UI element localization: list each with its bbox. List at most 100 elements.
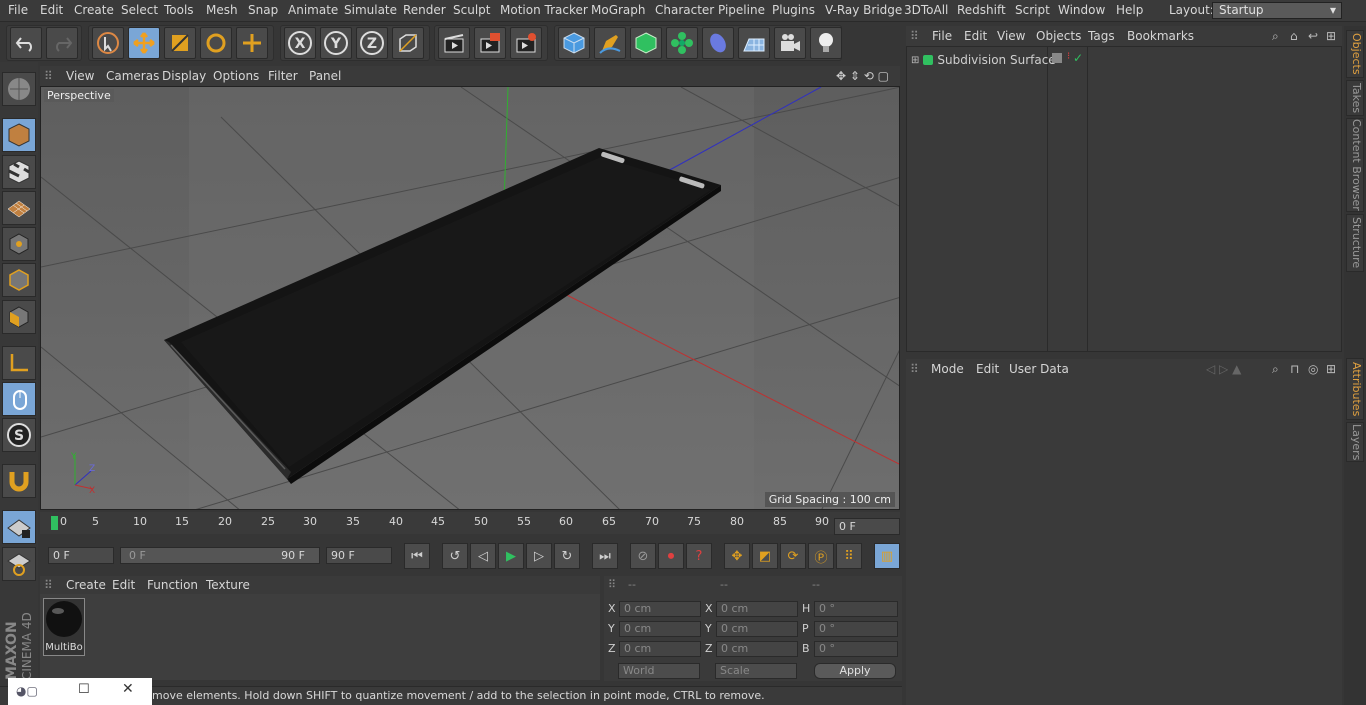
attributes-menu-edit[interactable]: Edit	[976, 362, 999, 376]
rotation-h-field[interactable]: 0 °	[814, 601, 898, 617]
viewport-nav-icons[interactable]: ✥ ⇕ ⟲ ▢	[836, 69, 889, 83]
menu-redshift[interactable]: Redshift	[957, 3, 1006, 17]
size-x-field[interactable]: 0 cm	[716, 601, 798, 617]
menu-simulate[interactable]: Simulate	[344, 3, 397, 17]
viewport-menu-options[interactable]: Options	[213, 69, 259, 83]
key-rotation-button[interactable]: ⟳	[780, 543, 806, 569]
tree-row[interactable]: ⊞ Subdivision Surface	[911, 53, 1056, 67]
timeline-ruler[interactable]: 0 5 10 15 20 25 30 35 40 45 50 55 60 65 …	[40, 512, 900, 535]
autokey-button[interactable]: ⏺	[658, 543, 684, 569]
coord-mode-select[interactable]: Scale	[715, 663, 797, 679]
size-y-field[interactable]: 0 cm	[716, 621, 798, 637]
menu-sculpt[interactable]: Sculpt	[453, 3, 490, 17]
enabled-check-icon[interactable]: ✓	[1073, 51, 1083, 65]
position-z-field[interactable]: 0 cm	[619, 641, 701, 657]
layer-dots-icon[interactable]: ⁝	[1067, 51, 1070, 62]
new-window-icon[interactable]: ⊞	[1326, 29, 1336, 43]
search-icon[interactable]: ⌕	[1272, 29, 1279, 44]
render-picture-viewer-button[interactable]	[474, 27, 506, 59]
tab-structure[interactable]: Structure	[1346, 214, 1364, 272]
expand-icon[interactable]: ⊞	[911, 55, 919, 66]
objects-menu-view[interactable]: View	[997, 29, 1025, 43]
menu-tools[interactable]: Tools	[164, 3, 194, 17]
objects-menu-objects[interactable]: Objects	[1036, 29, 1081, 43]
light-button[interactable]	[810, 27, 842, 59]
menu-file[interactable]: File	[8, 3, 28, 17]
home-icon[interactable]: ⌂	[1290, 29, 1298, 43]
current-frame-field[interactable]: 0 F	[834, 518, 900, 535]
goto-start-button[interactable]: ⏮	[404, 543, 430, 569]
locked-workplane-button[interactable]	[2, 547, 36, 581]
material-swatch[interactable]: MultiBo	[43, 598, 85, 656]
menu-edit[interactable]: Edit	[40, 3, 63, 17]
object-name[interactable]: Subdivision Surface	[937, 53, 1055, 67]
menu-mesh[interactable]: Mesh	[206, 3, 238, 17]
new-window-icon[interactable]: ⊞	[1326, 362, 1336, 376]
search-icon[interactable]: ⌕	[1272, 362, 1279, 377]
rotation-p-field[interactable]: 0 °	[814, 621, 898, 637]
recent-tool-button[interactable]	[236, 27, 268, 59]
timeline-button[interactable]: ▥	[874, 543, 900, 569]
nav-arrows-icon[interactable]: ◁ ▷ ▲	[1206, 362, 1241, 376]
key-parameter-button[interactable]: Ⓟ	[808, 543, 834, 569]
z-axis-button[interactable]: Z	[356, 27, 388, 59]
viewport-3d[interactable]: Y Z X Perspective Grid Spacing : 100 cm	[40, 86, 900, 510]
cloner-button[interactable]	[666, 27, 698, 59]
play-button[interactable]: ▶	[498, 543, 524, 569]
menu-help[interactable]: Help	[1116, 3, 1143, 17]
render-view-button[interactable]	[438, 27, 470, 59]
workplane-mode-button[interactable]	[2, 191, 36, 225]
menu-window[interactable]: Window	[1058, 3, 1105, 17]
objects-menu-edit[interactable]: Edit	[964, 29, 987, 43]
prev-key-button[interactable]: ↺	[442, 543, 468, 569]
position-x-field[interactable]: 0 cm	[619, 601, 701, 617]
snap-settings-button[interactable]: S	[2, 418, 36, 452]
material-menu-texture[interactable]: Texture	[206, 578, 250, 592]
menu-select[interactable]: Select	[121, 3, 158, 17]
menu-render[interactable]: Render	[403, 3, 446, 17]
attributes-menu-user-data[interactable]: User Data	[1009, 362, 1069, 376]
start-frame-field[interactable]: 0 F	[48, 547, 114, 564]
tweak-mode-button[interactable]	[2, 382, 36, 416]
camera-button[interactable]	[774, 27, 806, 59]
viewport-menu-cameras[interactable]: Cameras	[106, 69, 159, 83]
coord-space-select[interactable]: World	[618, 663, 700, 679]
polygons-mode-button[interactable]	[2, 300, 36, 334]
material-menu-function[interactable]: Function	[147, 578, 198, 592]
rotate-tool-button[interactable]	[200, 27, 232, 59]
layout-select[interactable]: Startup ▾	[1212, 2, 1342, 19]
x-axis-button[interactable]: X	[284, 27, 316, 59]
end-frame-field[interactable]: 90 F	[326, 547, 392, 564]
menu-mograph[interactable]: MoGraph	[591, 3, 646, 17]
material-menu-create[interactable]: Create	[66, 578, 106, 592]
enable-axis-button[interactable]	[2, 346, 36, 380]
y-axis-button[interactable]: Y	[320, 27, 352, 59]
rotation-b-field[interactable]: 0 °	[814, 641, 898, 657]
menu-plugins[interactable]: Plugins	[772, 3, 815, 17]
cube-button[interactable]	[558, 27, 590, 59]
lock-icon[interactable]: ⊓	[1290, 362, 1299, 376]
menu-snap[interactable]: Snap	[248, 3, 278, 17]
undo-button[interactable]	[10, 27, 42, 59]
menu-create[interactable]: Create	[74, 3, 114, 17]
key-scale-button[interactable]: ◩	[752, 543, 778, 569]
tab-objects[interactable]: Objects	[1346, 30, 1364, 78]
redo-button[interactable]	[46, 27, 78, 59]
goto-end-button[interactable]: ⏭	[592, 543, 618, 569]
viewport-menu-panel[interactable]: Panel	[309, 69, 341, 83]
key-pla-button[interactable]: ⠿	[836, 543, 862, 569]
attributes-menu-mode[interactable]: Mode	[931, 362, 964, 376]
menu-motion-tracker[interactable]: Motion Tracker	[500, 3, 588, 17]
next-frame-button[interactable]: ▷	[526, 543, 552, 569]
viewport-menu-filter[interactable]: Filter	[268, 69, 298, 83]
move-tool-button[interactable]	[128, 27, 160, 59]
viewport-menu-display[interactable]: Display	[162, 69, 206, 83]
menu-animate[interactable]: Animate	[288, 3, 338, 17]
target-icon[interactable]: ◎	[1308, 362, 1318, 376]
texture-mode-button[interactable]	[2, 155, 36, 189]
workplane-lock-button[interactable]	[2, 510, 36, 544]
prev-frame-button[interactable]: ◁	[470, 543, 496, 569]
objects-menu-bookmarks[interactable]: Bookmarks	[1127, 29, 1194, 43]
menu-pipeline[interactable]: Pipeline	[718, 3, 765, 17]
model-mode-button[interactable]	[2, 118, 36, 152]
